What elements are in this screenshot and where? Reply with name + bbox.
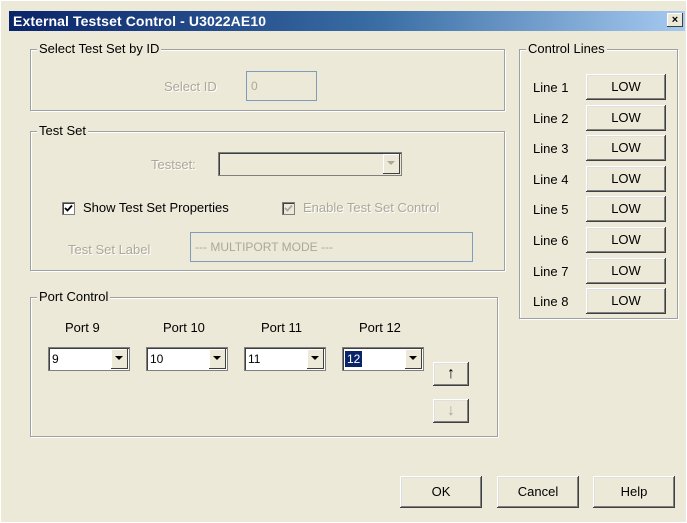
control-line-toggle-button[interactable]: LOW: [586, 104, 666, 131]
control-line-toggle-button[interactable]: LOW: [586, 227, 666, 253]
select-by-id-group-title: Select Test Set by ID: [37, 41, 162, 57]
control-line-label: Line 2: [533, 110, 569, 126]
control-line-state: LOW: [611, 140, 641, 156]
control-line-label: Line 3: [533, 141, 569, 157]
control-lines-group-title: Control Lines: [526, 41, 607, 57]
port-label: Port 11: [261, 320, 302, 335]
test-set-label-label: Test Set Label: [68, 242, 151, 257]
port-value: 12: [343, 350, 364, 368]
arrow-down-icon: ↓: [447, 402, 455, 419]
control-line-state: LOW: [611, 79, 641, 94]
help-button-label: Help: [620, 484, 648, 499]
control-line-label: Line 4: [533, 171, 569, 187]
show-properties-label[interactable]: Show Test Set Properties: [83, 200, 229, 216]
select-id-input[interactable]: 0: [246, 71, 317, 101]
move-up-button[interactable]: ↑: [433, 362, 469, 386]
control-line-toggle-button[interactable]: LOW: [586, 288, 666, 315]
control-line-state: LOW: [611, 262, 641, 278]
control-line-label: Line 5: [533, 202, 569, 218]
control-line-label: Line 6: [533, 233, 569, 248]
testset-label: Testset:: [151, 157, 196, 172]
port-label: Port 12: [359, 320, 401, 335]
port-control-group-title: Port Control: [37, 289, 111, 305]
test-set-label-input[interactable]: --- MULTIPORT MODE ---: [190, 232, 473, 262]
port-dropdown[interactable]: 9: [48, 347, 130, 371]
chevron-down-icon[interactable]: [405, 349, 422, 369]
control-line-label: Line 8: [533, 294, 569, 310]
chevron-down-icon[interactable]: [307, 349, 324, 369]
chevron-down-icon[interactable]: [209, 349, 226, 369]
chevron-down-icon[interactable]: [111, 349, 128, 369]
control-line-state: LOW: [611, 170, 641, 186]
show-properties-checkbox[interactable]: [62, 202, 75, 215]
checkmark-icon: [64, 204, 73, 212]
port-dropdown[interactable]: 11: [244, 347, 326, 371]
control-line-state: LOW: [611, 109, 641, 125]
control-line-toggle-button[interactable]: LOW: [586, 196, 666, 223]
control-line-state: LOW: [611, 232, 641, 247]
checkmark-icon: [284, 204, 293, 212]
control-line-state: LOW: [611, 293, 641, 309]
port-value: 9: [52, 352, 59, 366]
control-line-toggle-button[interactable]: LOW: [586, 74, 666, 100]
control-line-toggle-button[interactable]: LOW: [586, 165, 666, 192]
test-set-group-title: Test Set: [37, 123, 88, 139]
ok-button[interactable]: OK: [400, 476, 482, 508]
move-down-button[interactable]: ↓: [433, 399, 469, 423]
port-dropdown[interactable]: 10: [146, 347, 228, 371]
port-value: 11: [248, 352, 261, 366]
help-button[interactable]: Help: [593, 476, 675, 508]
cancel-button[interactable]: Cancel: [497, 476, 579, 508]
testset-dropdown[interactable]: [218, 152, 402, 176]
control-line-label: Line 7: [533, 263, 569, 279]
control-line-label: Line 1: [533, 80, 569, 95]
chevron-down-icon[interactable]: [383, 154, 400, 174]
control-line-toggle-button[interactable]: LOW: [586, 257, 666, 284]
control-line-toggle-button[interactable]: LOW: [586, 135, 666, 162]
port-label: Port 9: [65, 320, 100, 335]
select-id-value: 0: [251, 79, 258, 93]
port-label: Port 10: [163, 320, 205, 335]
close-icon[interactable]: ×: [667, 13, 683, 27]
dialog-window: External Testset Control - U3022AE10 × S…: [0, 0, 687, 523]
cancel-button-label: Cancel: [517, 484, 559, 499]
enable-control-checkbox[interactable]: [282, 202, 295, 215]
test-set-label-value: --- MULTIPORT MODE ---: [195, 240, 333, 254]
port-dropdown[interactable]: 12: [342, 347, 424, 371]
ok-button-label: OK: [431, 484, 451, 499]
port-value: 10: [150, 352, 164, 366]
title-bar[interactable]: External Testset Control - U3022AE10 ×: [9, 11, 685, 31]
enable-control-label: Enable Test Set Control: [303, 200, 440, 215]
control-line-state: LOW: [611, 201, 641, 217]
select-id-label: Select ID: [164, 79, 217, 94]
arrow-up-icon: ↑: [447, 365, 455, 382]
window-title: External Testset Control - U3022AE10: [13, 13, 267, 29]
